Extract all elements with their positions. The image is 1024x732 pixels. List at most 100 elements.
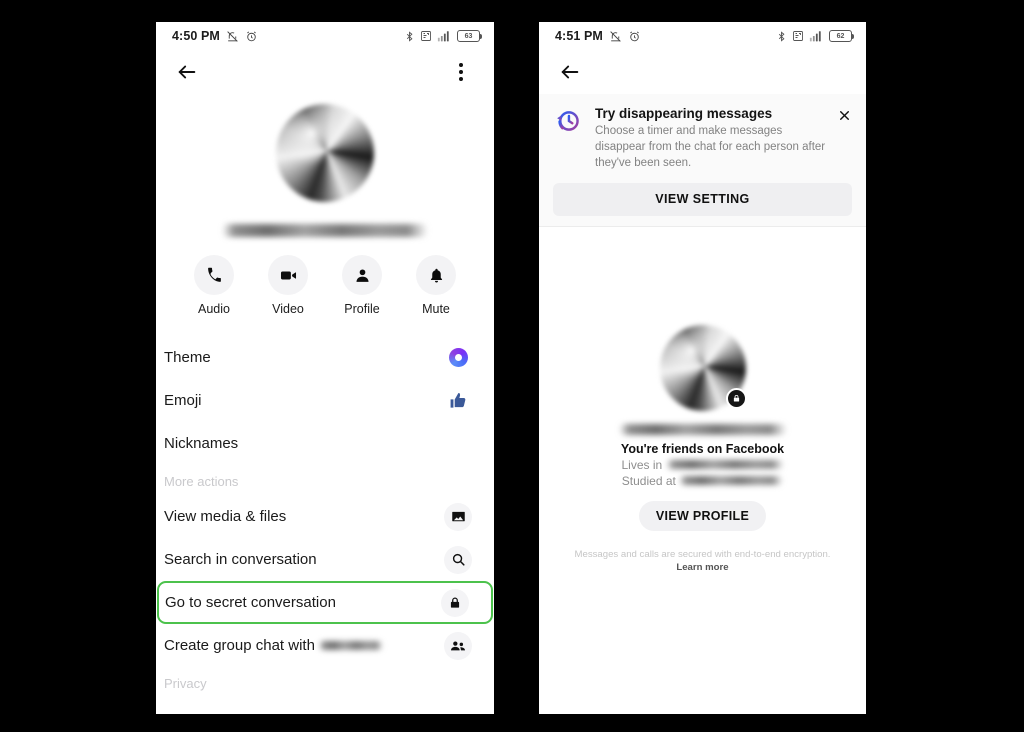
profile-button-circle	[342, 255, 382, 295]
contact-name-redacted	[222, 224, 428, 237]
alarm-icon	[247, 31, 256, 41]
disappearing-timer-clock-icon	[557, 111, 579, 131]
menu-item-go-to-secret-conversation[interactable]: Go to secret conversation	[157, 581, 493, 624]
status-bar-clock: 4:51 PM	[555, 29, 603, 43]
menu-item-label: Nicknames	[164, 435, 239, 452]
lives-in-line: Lives in	[539, 458, 866, 472]
learn-more-link[interactable]: Learn more	[676, 562, 728, 573]
banner-title: Try disappearing messages	[595, 106, 773, 121]
battery-indicator: 62	[829, 30, 855, 42]
create-group-chat-text: Create group chat with	[164, 637, 315, 654]
secret-lock-badge	[725, 387, 747, 409]
encryption-notice: Messages and calls are secured with end-…	[565, 548, 840, 576]
mute-button-circle	[416, 255, 456, 295]
menu-item-label: Emoji	[164, 392, 202, 409]
quick-action-label: Audio	[198, 302, 230, 316]
overflow-menu-button[interactable]	[446, 57, 476, 87]
mute-bell-icon	[227, 30, 238, 42]
menu-item-emoji[interactable]: Emoji	[156, 379, 494, 422]
image-icon[interactable]	[444, 502, 472, 531]
lives-in-label: Lives in	[621, 457, 663, 472]
right-nav-row	[539, 50, 866, 94]
audio-button-circle	[194, 255, 234, 295]
menu-item-label: Create group chat with	[164, 637, 383, 654]
vpn-icon	[793, 31, 803, 41]
bluetooth-icon	[406, 30, 413, 42]
bluetooth-icon	[778, 30, 785, 42]
menu-item-label: Go to secret conversation	[165, 594, 336, 611]
back-button[interactable]	[172, 57, 202, 87]
quick-action-profile[interactable]: Profile	[342, 255, 382, 316]
signal-icon	[809, 31, 821, 42]
lock-icon	[733, 394, 739, 402]
quick-action-label: Mute	[422, 302, 450, 316]
person-icon	[355, 268, 369, 282]
menu-item-search-in-conversation[interactable]: Search in conversation	[156, 538, 494, 581]
battery-indicator: 63	[457, 30, 483, 42]
friend-status-text: You're friends on Facebook	[620, 441, 785, 456]
search-glyph	[452, 553, 465, 566]
thumbs-up-glyph	[450, 392, 465, 408]
battery-level-text: 63	[464, 32, 473, 40]
conversation-thread: You're friends on Facebook Lives in Stud…	[539, 227, 866, 714]
quick-action-mute[interactable]: Mute	[416, 255, 456, 316]
thread-avatar-container[interactable]	[659, 324, 747, 411]
encryption-notice-text: Messages and calls are secured with end-…	[574, 548, 831, 560]
theme-gradient-circle-icon[interactable]	[444, 344, 472, 372]
search-icon[interactable]	[444, 545, 472, 574]
banner-close-button[interactable]	[834, 105, 854, 125]
contact-name-container	[156, 224, 494, 237]
disappearing-messages-banner: Try disappearing messages Choose a timer…	[539, 94, 866, 226]
back-arrow-icon	[561, 65, 579, 79]
thumbs-up-icon[interactable]	[444, 387, 472, 415]
mute-bell-icon	[610, 30, 621, 42]
contact-avatar-container[interactable]	[156, 104, 494, 202]
group-people-glyph	[451, 641, 465, 650]
kebab-dot	[459, 62, 463, 67]
status-bar-clock: 4:50 PM	[172, 29, 220, 43]
bell-icon	[430, 268, 442, 282]
quick-actions-row: Audio Video Profile Mute	[156, 255, 494, 316]
group-people-icon[interactable]	[444, 631, 472, 660]
nicknames-trailing	[444, 430, 472, 458]
image-glyph	[451, 511, 465, 522]
menu-item-create-group-chat[interactable]: Create group chat with	[156, 624, 494, 667]
menu-item-label: Search in conversation	[164, 551, 317, 568]
section-label-more-actions: More actions	[164, 474, 239, 489]
quick-action-audio[interactable]: Audio	[194, 255, 234, 316]
group-chat-name-redacted	[318, 640, 383, 650]
status-bar-left: 4:50 PM	[172, 29, 258, 43]
studied-at-value-redacted	[679, 475, 784, 485]
contact-avatar[interactable]	[276, 104, 374, 202]
menu-item-view-media-files[interactable]: View media & files	[156, 495, 494, 538]
menu-item-label: View media & files	[164, 508, 287, 525]
quick-action-label: Video	[272, 302, 304, 316]
section-label-privacy: Privacy	[164, 676, 207, 691]
kebab-dot	[459, 77, 463, 82]
status-bar-right: 63	[404, 30, 483, 43]
status-bar-left: 4:51 PM	[555, 29, 641, 43]
back-arrow-icon	[178, 65, 196, 79]
left-status-bar: 4:50 PM 63	[156, 22, 494, 50]
video-camera-icon	[280, 271, 296, 279]
lock-icon[interactable]	[441, 588, 469, 617]
kebab-dot	[459, 70, 463, 74]
right-phone-screen: 4:51 PM 62 Try disappearing messages Cho…	[539, 22, 866, 714]
settings-menu: Theme Emoji Nicknames More actions View …	[156, 336, 494, 697]
menu-item-theme[interactable]: Theme	[156, 336, 494, 379]
thread-contact-name-container	[539, 423, 866, 435]
quick-action-video[interactable]: Video	[268, 255, 308, 316]
alarm-icon	[630, 31, 639, 41]
view-setting-button[interactable]: VIEW SETTING	[553, 182, 852, 216]
lives-in-value-redacted	[665, 459, 784, 469]
back-button[interactable]	[555, 57, 585, 87]
left-phone-screen: 4:50 PM 63 Audio Video Profile Mute Them…	[156, 22, 494, 714]
status-bar-right: 62	[776, 30, 855, 43]
menu-item-nicknames[interactable]: Nicknames	[156, 422, 494, 465]
menu-item-label: Theme	[164, 349, 211, 366]
signal-icon	[437, 31, 449, 42]
banner-subtitle: Choose a timer and make messages disappe…	[595, 125, 826, 169]
view-profile-button[interactable]: VIEW PROFILE	[638, 500, 767, 531]
battery-level-text: 62	[836, 32, 845, 40]
lock-glyph	[450, 596, 460, 608]
